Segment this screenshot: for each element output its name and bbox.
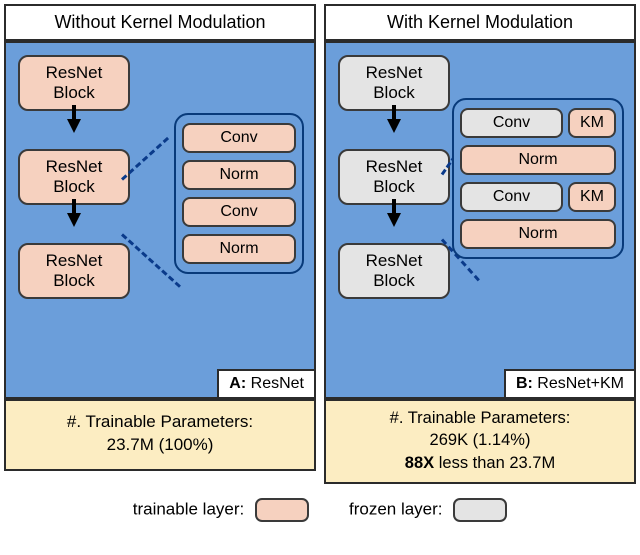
resnet-block: ResNetBlock bbox=[18, 243, 130, 299]
panel-variant: ResNet bbox=[251, 375, 304, 392]
block-detail-left: Conv Norm Conv Norm bbox=[174, 113, 304, 274]
legend-label: trainable layer: bbox=[133, 499, 245, 518]
block-detail-right: Conv KM Norm Conv KM Norm bbox=[452, 98, 624, 259]
resnet-block: ResNetBlock bbox=[18, 55, 130, 111]
resnet-block: ResNetBlock bbox=[338, 149, 450, 205]
params-value: 269K (1.14%) bbox=[332, 429, 628, 451]
layer-norm: Norm bbox=[182, 160, 296, 190]
figure-wrap: Without Kernel Modulation ResNetBlock Re… bbox=[0, 0, 640, 488]
params-reduction: 88X less than 23.7M bbox=[332, 452, 628, 474]
panel-label-a: A: ResNet bbox=[217, 369, 314, 397]
layer-conv: Conv bbox=[460, 182, 563, 212]
legend-trainable: trainable layer: bbox=[133, 498, 309, 522]
layer-row: Conv KM bbox=[460, 108, 616, 138]
layer-norm: Norm bbox=[460, 219, 616, 249]
panel-with-km: With Kernel Modulation ResNetBlock ResNe… bbox=[324, 4, 636, 484]
swatch-trainable bbox=[255, 498, 309, 522]
legend: trainable layer: frozen layer: bbox=[0, 488, 640, 526]
layer-km: KM bbox=[568, 108, 616, 138]
panel-title-left: Without Kernel Modulation bbox=[4, 4, 316, 41]
arrow-down-icon bbox=[67, 213, 81, 227]
resnet-block: ResNetBlock bbox=[338, 243, 450, 299]
diagram-right: ResNetBlock ResNetBlock ResNetBlock Conv… bbox=[324, 41, 636, 399]
swatch-frozen bbox=[453, 498, 507, 522]
resnet-block: ResNetBlock bbox=[18, 149, 130, 205]
resnet-block: ResNetBlock bbox=[338, 55, 450, 111]
panel-letter: A: bbox=[229, 375, 246, 392]
params-box-left: #. Trainable Parameters: 23.7M (100%) bbox=[4, 399, 316, 471]
legend-label: frozen layer: bbox=[349, 499, 443, 518]
layer-row: Conv KM bbox=[460, 182, 616, 212]
params-value: 23.7M (100%) bbox=[12, 434, 308, 457]
layer-norm: Norm bbox=[460, 145, 616, 175]
params-box-right: #. Trainable Parameters: 269K (1.14%) 88… bbox=[324, 399, 636, 484]
layer-km: KM bbox=[568, 182, 616, 212]
layer-norm: Norm bbox=[182, 234, 296, 264]
legend-frozen: frozen layer: bbox=[349, 498, 507, 522]
layer-conv: Conv bbox=[460, 108, 563, 138]
layer-conv: Conv bbox=[182, 197, 296, 227]
panel-letter: B: bbox=[516, 375, 533, 392]
params-heading: #. Trainable Parameters: bbox=[332, 407, 628, 429]
arrow-down-icon bbox=[67, 119, 81, 133]
panel-variant: ResNet+KM bbox=[537, 375, 624, 392]
diagram-left: ResNetBlock ResNetBlock ResNetBlock Conv… bbox=[4, 41, 316, 399]
arrow-down-icon bbox=[387, 213, 401, 227]
layer-conv: Conv bbox=[182, 123, 296, 153]
panel-title-right: With Kernel Modulation bbox=[324, 4, 636, 41]
arrow-down-icon bbox=[387, 119, 401, 133]
reduction-factor: 88X bbox=[405, 454, 434, 472]
panel-label-b: B: ResNet+KM bbox=[504, 369, 634, 397]
params-heading: #. Trainable Parameters: bbox=[12, 411, 308, 434]
reduction-text: less than 23.7M bbox=[434, 454, 555, 472]
panel-without-km: Without Kernel Modulation ResNetBlock Re… bbox=[4, 4, 316, 484]
